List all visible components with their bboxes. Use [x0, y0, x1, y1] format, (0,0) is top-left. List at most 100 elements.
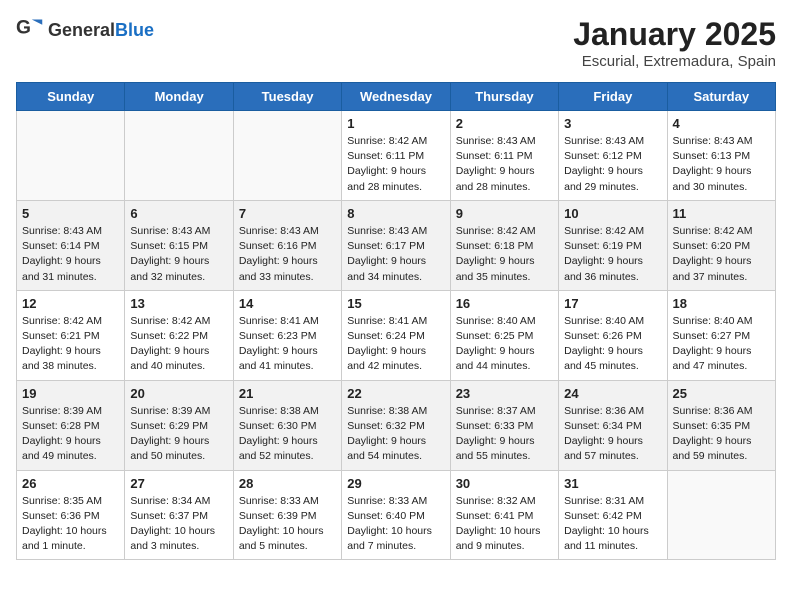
calendar-day-cell: 25Sunrise: 8:36 AM Sunset: 6:35 PM Dayli… [667, 380, 775, 470]
day-number: 9 [456, 206, 553, 221]
calendar-week-row: 19 Sunrise: 8:39 AM Sunset: 6:28 PM Dayli… [17, 380, 776, 470]
day-number: 7 [239, 206, 336, 221]
calendar-day-cell: 1 Sunrise: 8:42 AM Sunset: 6:11 PM Daylig… [342, 111, 450, 201]
calendar-day-cell: 16 Sunrise: 8:40 AM Sunset: 6:25 PM Dayli… [450, 290, 558, 380]
day-number: 3 [564, 116, 661, 131]
calendar-day-cell: 18 Sunrise: 8:40 AM Sunset: 6:27 PM Dayli… [667, 290, 775, 380]
day-number: 13 [130, 296, 227, 311]
day-number: 22 [347, 386, 444, 401]
day-info: Sunrise: 8:42 AM Sunset: 6:18 PM Dayligh… [456, 224, 553, 285]
day-number: 18 [673, 296, 770, 311]
day-number: 24 [564, 386, 661, 401]
calendar-day-cell: 20 Sunrise: 8:39 AM Sunset: 6:29 PM Dayli… [125, 380, 233, 470]
calendar-day-cell [17, 111, 125, 201]
day-info: Sunrise: 8:33 AM Sunset: 6:40 PM Dayligh… [347, 494, 444, 555]
calendar-day-cell: 26 Sunrise: 8:35 AM Sunset: 6:36 PM Dayli… [17, 470, 125, 560]
calendar-body: 1 Sunrise: 8:42 AM Sunset: 6:11 PM Daylig… [17, 111, 776, 560]
day-info: Sunrise: 8:42 AM Sunset: 6:19 PM Dayligh… [564, 224, 661, 285]
day-info: Sunrise: 8:35 AM Sunset: 6:36 PM Dayligh… [22, 494, 119, 555]
day-number: 15 [347, 296, 444, 311]
day-info: Sunrise: 8:38 AM Sunset: 6:32 PM Dayligh… [347, 404, 444, 465]
calendar-day-cell: 7 Sunrise: 8:43 AM Sunset: 6:16 PM Daylig… [233, 200, 341, 290]
logo: G GeneralBlue [16, 16, 154, 44]
day-number: 17 [564, 296, 661, 311]
day-number: 11 [673, 206, 770, 221]
day-number: 6 [130, 206, 227, 221]
day-info: Sunrise: 8:40 AM Sunset: 6:27 PM Dayligh… [673, 314, 770, 375]
day-number: 5 [22, 206, 119, 221]
day-info: Sunrise: 8:42 AM Sunset: 6:11 PM Dayligh… [347, 134, 444, 195]
day-info: Sunrise: 8:43 AM Sunset: 6:16 PM Dayligh… [239, 224, 336, 285]
day-info: Sunrise: 8:40 AM Sunset: 6:25 PM Dayligh… [456, 314, 553, 375]
day-number: 21 [239, 386, 336, 401]
day-number: 20 [130, 386, 227, 401]
day-info: Sunrise: 8:42 AM Sunset: 6:22 PM Dayligh… [130, 314, 227, 375]
day-info: Sunrise: 8:39 AM Sunset: 6:28 PM Dayligh… [22, 404, 119, 465]
calendar-day-cell: 17 Sunrise: 8:40 AM Sunset: 6:26 PM Dayli… [559, 290, 667, 380]
day-info: Sunrise: 8:43 AM Sunset: 6:13 PM Dayligh… [673, 134, 770, 195]
day-number: 8 [347, 206, 444, 221]
day-info: Sunrise: 8:43 AM Sunset: 6:17 PM Dayligh… [347, 224, 444, 285]
calendar-day-cell: 10Sunrise: 8:42 AM Sunset: 6:19 PM Dayli… [559, 200, 667, 290]
calendar-day-header: Saturday [667, 83, 775, 111]
day-number: 14 [239, 296, 336, 311]
calendar-day-cell: 3 Sunrise: 8:43 AM Sunset: 6:12 PM Daylig… [559, 111, 667, 201]
day-number: 12 [22, 296, 119, 311]
day-info: Sunrise: 8:41 AM Sunset: 6:24 PM Dayligh… [347, 314, 444, 375]
location-subtitle: Escurial, Extremadura, Spain [573, 53, 776, 70]
day-number: 31 [564, 476, 661, 491]
day-number: 16 [456, 296, 553, 311]
svg-text:G: G [16, 18, 31, 39]
calendar-day-cell: 24 Sunrise: 8:36 AM Sunset: 6:34 PM Dayli… [559, 380, 667, 470]
calendar-day-cell: 21 Sunrise: 8:38 AM Sunset: 6:30 PM Dayli… [233, 380, 341, 470]
day-number: 4 [673, 116, 770, 131]
calendar-day-cell: 6 Sunrise: 8:43 AM Sunset: 6:15 PM Daylig… [125, 200, 233, 290]
calendar-day-cell: 23Sunrise: 8:37 AM Sunset: 6:33 PM Dayli… [450, 380, 558, 470]
day-info: Sunrise: 8:38 AM Sunset: 6:30 PM Dayligh… [239, 404, 336, 465]
day-number: 29 [347, 476, 444, 491]
day-number: 1 [347, 116, 444, 131]
day-info: Sunrise: 8:32 AM Sunset: 6:41 PM Dayligh… [456, 494, 553, 555]
calendar-day-header: Thursday [450, 83, 558, 111]
day-number: 28 [239, 476, 336, 491]
calendar-week-row: 26 Sunrise: 8:35 AM Sunset: 6:36 PM Dayli… [17, 470, 776, 560]
logo-general-text: General [48, 20, 115, 40]
calendar-day-cell: 29 Sunrise: 8:33 AM Sunset: 6:40 PM Dayli… [342, 470, 450, 560]
calendar-day-cell: 4 Sunrise: 8:43 AM Sunset: 6:13 PM Daylig… [667, 111, 775, 201]
day-info: Sunrise: 8:36 AM Sunset: 6:34 PM Dayligh… [564, 404, 661, 465]
day-info: Sunrise: 8:43 AM Sunset: 6:15 PM Dayligh… [130, 224, 227, 285]
calendar-day-cell [125, 111, 233, 201]
day-number: 2 [456, 116, 553, 131]
day-number: 27 [130, 476, 227, 491]
calendar-day-cell: 9 Sunrise: 8:42 AM Sunset: 6:18 PM Daylig… [450, 200, 558, 290]
calendar-day-cell: 12Sunrise: 8:42 AM Sunset: 6:21 PM Dayli… [17, 290, 125, 380]
calendar-day-cell: 5 Sunrise: 8:43 AM Sunset: 6:14 PM Daylig… [17, 200, 125, 290]
calendar-day-cell: 11 Sunrise: 8:42 AM Sunset: 6:20 PM Dayli… [667, 200, 775, 290]
month-title: January 2025 [573, 16, 776, 53]
logo-blue-text: Blue [115, 20, 154, 40]
day-number: 26 [22, 476, 119, 491]
day-info: Sunrise: 8:40 AM Sunset: 6:26 PM Dayligh… [564, 314, 661, 375]
calendar-week-row: 5 Sunrise: 8:43 AM Sunset: 6:14 PM Daylig… [17, 200, 776, 290]
day-info: Sunrise: 8:39 AM Sunset: 6:29 PM Dayligh… [130, 404, 227, 465]
calendar-day-cell: 28 Sunrise: 8:33 AM Sunset: 6:39 PM Dayli… [233, 470, 341, 560]
logo-icon: G [16, 16, 44, 44]
day-info: Sunrise: 8:37 AM Sunset: 6:33 PM Dayligh… [456, 404, 553, 465]
calendar-day-cell: 2Sunrise: 8:43 AM Sunset: 6:11 PM Daylig… [450, 111, 558, 201]
calendar-day-cell: 27 Sunrise: 8:34 AM Sunset: 6:37 PM Dayli… [125, 470, 233, 560]
day-info: Sunrise: 8:43 AM Sunset: 6:12 PM Dayligh… [564, 134, 661, 195]
header: G GeneralBlue January 2025 Escurial, Ext… [16, 16, 776, 70]
calendar-week-row: 1 Sunrise: 8:42 AM Sunset: 6:11 PM Daylig… [17, 111, 776, 201]
calendar-day-cell: 14Sunrise: 8:41 AM Sunset: 6:23 PM Dayli… [233, 290, 341, 380]
day-number: 25 [673, 386, 770, 401]
calendar-day-header: Monday [125, 83, 233, 111]
calendar-header-row: SundayMondayTuesdayWednesdayThursdayFrid… [17, 83, 776, 111]
day-info: Sunrise: 8:43 AM Sunset: 6:14 PM Dayligh… [22, 224, 119, 285]
day-info: Sunrise: 8:42 AM Sunset: 6:20 PM Dayligh… [673, 224, 770, 285]
day-info: Sunrise: 8:33 AM Sunset: 6:39 PM Dayligh… [239, 494, 336, 555]
day-number: 19 [22, 386, 119, 401]
title-area: January 2025 Escurial, Extremadura, Spai… [573, 16, 776, 70]
day-info: Sunrise: 8:34 AM Sunset: 6:37 PM Dayligh… [130, 494, 227, 555]
calendar-day-header: Friday [559, 83, 667, 111]
calendar-week-row: 12Sunrise: 8:42 AM Sunset: 6:21 PM Dayli… [17, 290, 776, 380]
